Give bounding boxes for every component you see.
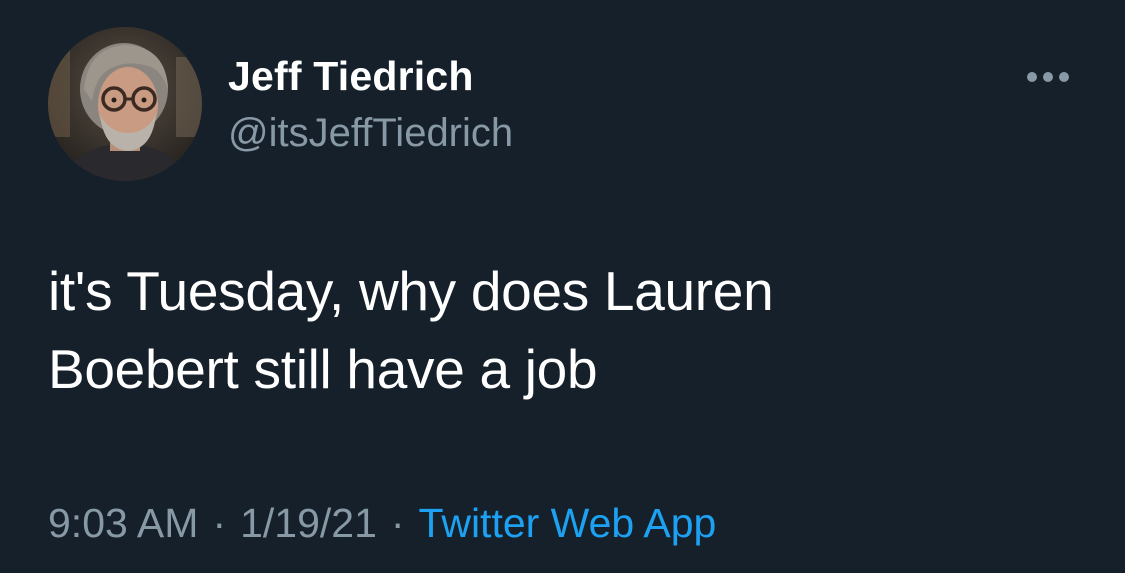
author-handle[interactable]: @itsJeffTiedrich <box>228 111 513 156</box>
tweet-source-link[interactable]: Twitter Web App <box>419 500 717 546</box>
tweet-date[interactable]: 1/19/21 <box>240 500 377 546</box>
profile-photo <box>48 27 202 181</box>
tweet-time[interactable]: 9:03 AM <box>48 500 198 546</box>
separator: · <box>212 500 227 546</box>
tweet-metadata: 9:03 AM · 1/19/21 · Twitter Web App <box>48 500 716 547</box>
separator: · <box>390 500 405 546</box>
avatar[interactable] <box>48 27 202 181</box>
tweet: Jeff Tiedrich @itsJeffTiedrich it's Tues… <box>0 0 1125 573</box>
more-options-button[interactable] <box>1020 62 1076 92</box>
tweet-text-line: Boebert still have a job <box>48 338 598 400</box>
tweet-text-line: it's Tuesday, why does Lauren <box>48 260 774 322</box>
author-display-name[interactable]: Jeff Tiedrich <box>228 53 474 100</box>
more-horizontal-icon <box>1027 72 1069 82</box>
tweet-text: it's Tuesday, why does Lauren Boebert st… <box>48 252 1088 408</box>
